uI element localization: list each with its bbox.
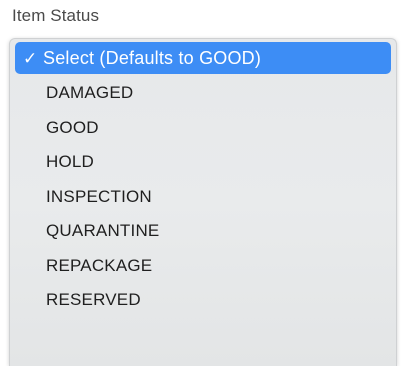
option-damaged[interactable]: DAMAGED — [15, 76, 391, 111]
option-label: INSPECTION — [46, 186, 152, 206]
option-label: RESERVED — [46, 290, 141, 309]
option-good[interactable]: GOOD — [15, 111, 391, 146]
option-label: Select (Defaults to GOOD) — [43, 48, 262, 68]
option-label: DAMAGED — [46, 83, 134, 102]
option-label: QUARANTINE — [46, 221, 160, 240]
option-label: REPACKAGE — [46, 255, 153, 275]
option-hold[interactable]: HOLD — [15, 145, 391, 180]
option-list: ✓ Select (Defaults to GOOD) DAMAGED GOOD … — [10, 39, 396, 318]
item-status-dropdown-menu[interactable]: ✓ Select (Defaults to GOOD) DAMAGED GOOD … — [9, 38, 397, 366]
option-label: GOOD — [46, 117, 99, 137]
option-reserved[interactable]: RESERVED — [15, 283, 391, 318]
option-select-default[interactable]: ✓ Select (Defaults to GOOD) — [15, 42, 391, 74]
item-status-label: Item Status — [12, 6, 100, 25]
option-quarantine[interactable]: QUARANTINE — [15, 214, 391, 249]
checkmark-icon: ✓ — [23, 49, 38, 68]
option-label: HOLD — [46, 152, 95, 171]
option-inspection[interactable]: INSPECTION — [15, 180, 391, 215]
option-repackage[interactable]: REPACKAGE — [15, 249, 391, 284]
